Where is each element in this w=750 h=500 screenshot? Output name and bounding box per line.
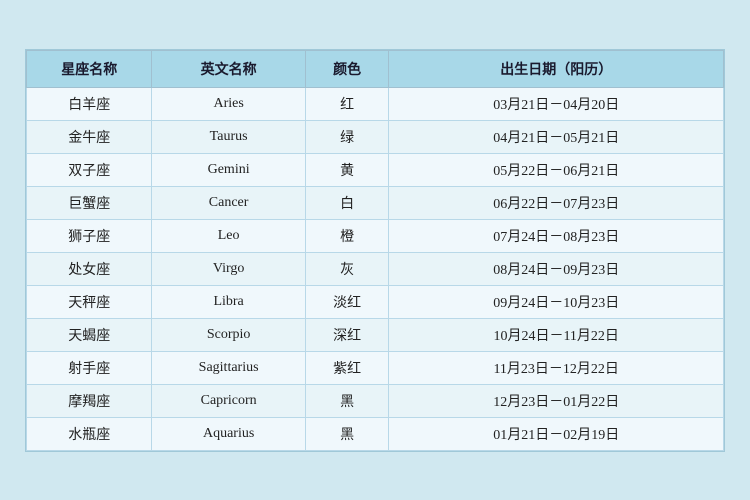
header-color: 颜色 xyxy=(305,50,389,87)
zodiac-table: 星座名称 英文名称 颜色 出生日期（阳历） 白羊座Aries红03月21日－04… xyxy=(26,50,724,451)
cell-color: 黑 xyxy=(305,384,389,417)
cell-cn: 巨蟹座 xyxy=(27,186,152,219)
cell-cn: 水瓶座 xyxy=(27,417,152,450)
table-row: 天蝎座Scorpio深红10月24日－11月22日 xyxy=(27,318,724,351)
table-row: 水瓶座Aquarius黑01月21日－02月19日 xyxy=(27,417,724,450)
cell-cn: 金牛座 xyxy=(27,120,152,153)
header-cn: 星座名称 xyxy=(27,50,152,87)
cell-date: 12月23日－01月22日 xyxy=(389,384,724,417)
cell-date: 09月24日－10月23日 xyxy=(389,285,724,318)
cell-en: Virgo xyxy=(152,252,305,285)
cell-en: Aries xyxy=(152,87,305,120)
cell-cn: 射手座 xyxy=(27,351,152,384)
cell-cn: 白羊座 xyxy=(27,87,152,120)
cell-date: 06月22日－07月23日 xyxy=(389,186,724,219)
cell-date: 03月21日－04月20日 xyxy=(389,87,724,120)
cell-color: 紫红 xyxy=(305,351,389,384)
table-row: 白羊座Aries红03月21日－04月20日 xyxy=(27,87,724,120)
cell-en: Cancer xyxy=(152,186,305,219)
cell-en: Libra xyxy=(152,285,305,318)
cell-cn: 天秤座 xyxy=(27,285,152,318)
header-en: 英文名称 xyxy=(152,50,305,87)
cell-cn: 天蝎座 xyxy=(27,318,152,351)
zodiac-table-container: 星座名称 英文名称 颜色 出生日期（阳历） 白羊座Aries红03月21日－04… xyxy=(25,49,725,452)
cell-en: Gemini xyxy=(152,153,305,186)
cell-cn: 处女座 xyxy=(27,252,152,285)
cell-date: 08月24日－09月23日 xyxy=(389,252,724,285)
cell-color: 黑 xyxy=(305,417,389,450)
cell-date: 07月24日－08月23日 xyxy=(389,219,724,252)
cell-date: 04月21日－05月21日 xyxy=(389,120,724,153)
table-header-row: 星座名称 英文名称 颜色 出生日期（阳历） xyxy=(27,50,724,87)
table-row: 双子座Gemini黄05月22日－06月21日 xyxy=(27,153,724,186)
table-row: 射手座Sagittarius紫红11月23日－12月22日 xyxy=(27,351,724,384)
cell-date: 10月24日－11月22日 xyxy=(389,318,724,351)
cell-cn: 双子座 xyxy=(27,153,152,186)
cell-date: 11月23日－12月22日 xyxy=(389,351,724,384)
cell-en: Sagittarius xyxy=(152,351,305,384)
cell-date: 05月22日－06月21日 xyxy=(389,153,724,186)
cell-color: 白 xyxy=(305,186,389,219)
cell-en: Leo xyxy=(152,219,305,252)
cell-color: 灰 xyxy=(305,252,389,285)
table-row: 巨蟹座Cancer白06月22日－07月23日 xyxy=(27,186,724,219)
cell-en: Scorpio xyxy=(152,318,305,351)
cell-date: 01月21日－02月19日 xyxy=(389,417,724,450)
cell-color: 黄 xyxy=(305,153,389,186)
cell-color: 深红 xyxy=(305,318,389,351)
cell-color: 红 xyxy=(305,87,389,120)
table-row: 处女座Virgo灰08月24日－09月23日 xyxy=(27,252,724,285)
header-date: 出生日期（阳历） xyxy=(389,50,724,87)
table-row: 摩羯座Capricorn黑12月23日－01月22日 xyxy=(27,384,724,417)
cell-en: Capricorn xyxy=(152,384,305,417)
cell-en: Taurus xyxy=(152,120,305,153)
table-row: 金牛座Taurus绿04月21日－05月21日 xyxy=(27,120,724,153)
cell-color: 淡红 xyxy=(305,285,389,318)
cell-cn: 摩羯座 xyxy=(27,384,152,417)
cell-cn: 狮子座 xyxy=(27,219,152,252)
cell-color: 橙 xyxy=(305,219,389,252)
table-row: 天秤座Libra淡红09月24日－10月23日 xyxy=(27,285,724,318)
cell-color: 绿 xyxy=(305,120,389,153)
cell-en: Aquarius xyxy=(152,417,305,450)
table-row: 狮子座Leo橙07月24日－08月23日 xyxy=(27,219,724,252)
